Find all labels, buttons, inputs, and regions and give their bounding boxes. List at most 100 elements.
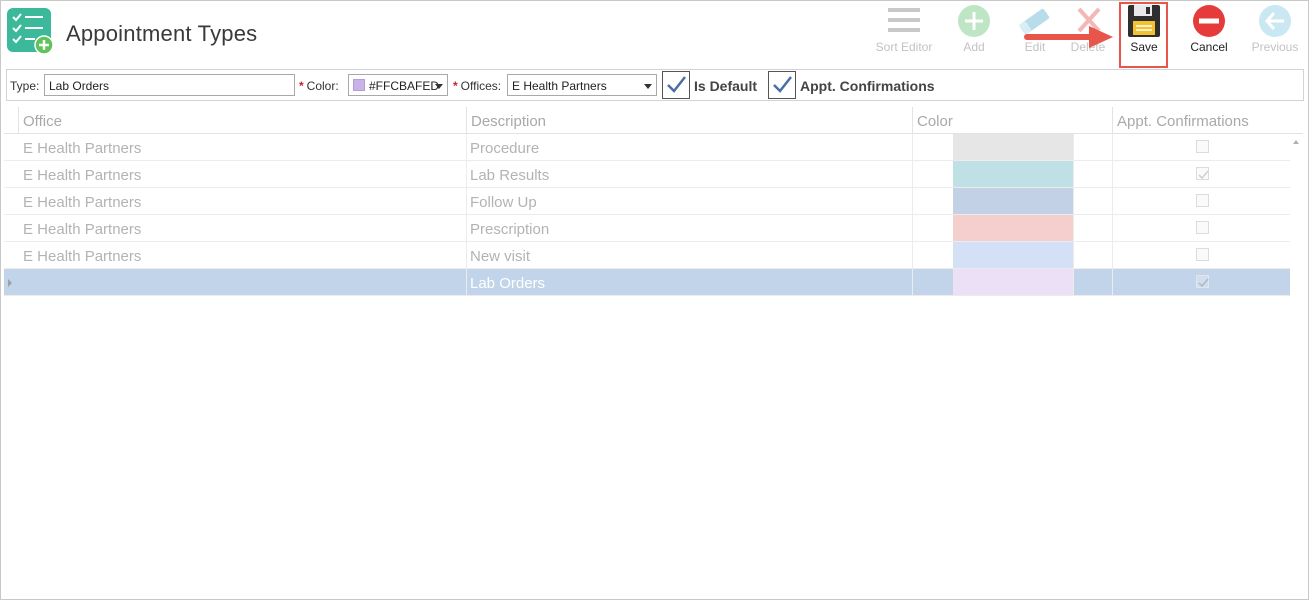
previous-label: Previous [1251,40,1299,54]
arrow-left-circle-icon [1257,3,1293,39]
table-row[interactable]: Lab Orders [4,269,1290,296]
column-divider [1073,215,1074,242]
add-button[interactable]: Add [941,1,1007,59]
checkmark-icon [1198,170,1209,180]
table-row[interactable]: E Health Partners Prescription [4,215,1290,242]
cell-confirmation-checkbox[interactable] [1196,248,1209,261]
cancel-label: Cancel [1190,40,1228,54]
cell-description: Lab Orders [470,275,546,292]
column-divider [912,269,913,296]
chevron-down-icon [644,84,652,89]
column-divider [1112,269,1113,296]
column-divider [1073,269,1074,296]
required-marker: * [299,79,304,93]
app-window: Appointment Types Sort Editor Add Edit D… [0,0,1309,600]
column-divider [1112,134,1113,161]
offices-dropdown[interactable]: E Health Partners [507,74,657,96]
offices-label: * Offices: [453,79,501,93]
column-divider [912,161,913,188]
chevron-down-icon [435,84,443,89]
column-divider [1112,188,1113,215]
is-default-checkbox[interactable] [662,71,690,99]
cell-confirmation-checkbox[interactable] [1196,194,1209,207]
cell-confirmation-checkbox[interactable] [1196,167,1209,180]
column-divider [1112,161,1113,188]
column-divider [1112,215,1113,242]
plus-circle-icon [956,3,992,39]
checkmark-icon [667,76,686,93]
row-indicator-icon [8,279,12,287]
column-divider [1073,188,1074,215]
column-header-description[interactable]: Description [466,107,912,134]
table-row[interactable]: E Health Partners New visit [4,242,1290,269]
color-label: * Color: [299,79,339,93]
cell-office: E Health Partners [23,167,142,184]
cell-confirmation-checkbox[interactable] [1196,275,1209,288]
type-label: Type: [10,79,40,93]
cell-office [19,269,464,296]
column-divider [912,215,913,242]
save-button[interactable]: Save [1111,1,1177,59]
cell-office: E Health Partners [23,221,142,238]
cell-office: E Health Partners [23,248,142,265]
cell-office: E Health Partners [23,194,142,211]
minus-circle-icon [1191,3,1227,39]
page-title: Appointment Types [66,21,258,46]
type-input[interactable]: Lab Orders [44,74,295,96]
cell-color-swatch [953,188,1073,214]
column-divider [1112,242,1113,269]
required-marker: * [453,79,458,93]
color-swatch [353,79,365,91]
column-header-office[interactable]: Office [18,107,466,134]
cell-description: Procedure [470,140,540,157]
cell-description: Lab Results [470,167,550,184]
cell-color-swatch [953,215,1073,241]
appt-confirmations-checkbox[interactable] [768,71,796,99]
cell-description: Follow Up [470,194,537,211]
cell-color-swatch [953,242,1073,268]
checkmark-icon [773,76,792,93]
column-header-appt-confirmations[interactable]: Appt. Confirmations [1112,107,1292,134]
cell-color-swatch [953,161,1073,187]
cell-confirmation-checkbox[interactable] [1196,140,1209,153]
column-divider [1073,161,1074,188]
appointment-types-grid: Office Description Color Appt. Confirmat… [4,107,1303,599]
column-divider [466,215,467,242]
column-header-color[interactable]: Color [912,107,1112,134]
color-picker-dropdown[interactable]: #FFCBAFED [348,74,448,96]
column-divider [466,161,467,188]
color-value: #FFCBAFED [369,79,440,93]
cell-description: Prescription [470,221,550,238]
checkmark-icon [1198,278,1209,288]
menu-lines-icon [886,3,922,39]
sort-editor-button[interactable]: Sort Editor [871,1,937,59]
floppy-disk-icon [1126,3,1162,39]
sort-editor-label: Sort Editor [875,40,933,54]
appt-confirmations-label: Appt. Confirmations [800,78,935,94]
grid-header: Office Description Color Appt. Confirmat… [4,107,1303,134]
column-divider [466,269,467,296]
pointer-arrow-icon [1023,25,1119,49]
is-default-label: Is Default [694,78,758,94]
column-divider [912,188,913,215]
table-row[interactable]: E Health Partners Lab Results [4,161,1290,188]
cell-color-swatch [953,134,1073,160]
offices-value: E Health Partners [512,79,607,93]
table-row[interactable]: E Health Partners Follow Up [4,188,1290,215]
scroll-up-arrow-icon[interactable] [1293,140,1299,144]
previous-button[interactable]: Previous [1242,1,1308,59]
column-divider [912,242,913,269]
cancel-button[interactable]: Cancel [1176,1,1242,59]
add-label: Add [963,40,985,54]
color-label-text: Color: [306,79,339,93]
column-divider [466,134,467,161]
cell-office: E Health Partners [23,140,142,157]
column-divider [1073,134,1074,161]
cell-confirmation-checkbox[interactable] [1196,221,1209,234]
save-label: Save [1130,40,1158,54]
cell-color-swatch [953,269,1073,295]
column-divider [1073,242,1074,269]
column-divider [466,242,467,269]
vertical-scrollbar[interactable] [1290,134,1303,600]
table-row[interactable]: E Health Partners Procedure [4,134,1290,161]
